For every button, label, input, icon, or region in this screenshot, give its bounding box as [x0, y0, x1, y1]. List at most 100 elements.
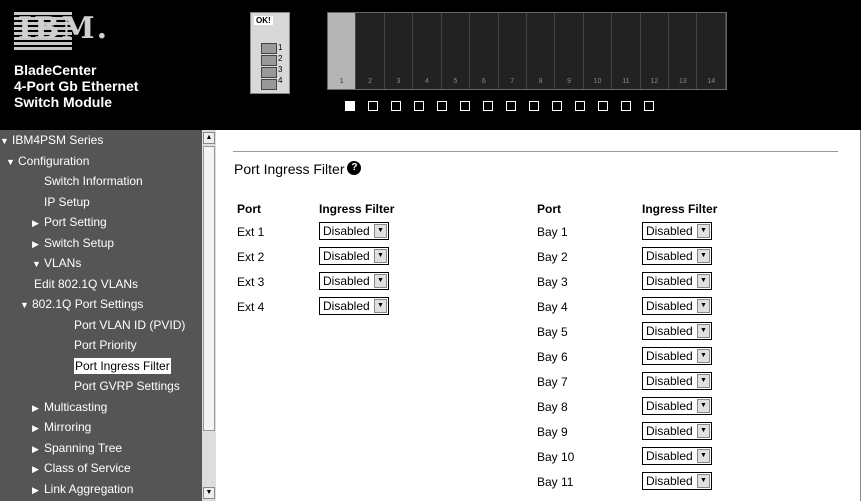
ext-port-icon: [261, 43, 277, 54]
select-value: Disabled: [323, 224, 370, 238]
bay-status-indicator[interactable]: [345, 101, 355, 111]
sidebar-item-label: Port GVRP Settings: [74, 379, 180, 393]
bay-status-indicator[interactable]: [575, 101, 585, 111]
blade-bay[interactable]: 11: [612, 13, 641, 89]
blade-bay[interactable]: 4: [413, 13, 442, 89]
dropdown-arrow-icon[interactable]: ▼: [697, 299, 710, 313]
sidebar-scrollbar[interactable]: ▲ ▼: [202, 130, 216, 501]
bay-status-indicator[interactable]: [460, 101, 470, 111]
blade-bay[interactable]: 10: [583, 13, 613, 89]
sidebar-item[interactable]: ▼ 802.1Q Port Settings: [0, 294, 202, 315]
expanded-arrow-icon[interactable]: ▼: [6, 152, 18, 173]
sidebar-item[interactable]: ▼ VLANs: [0, 253, 202, 274]
dropdown-arrow-icon[interactable]: ▼: [697, 324, 710, 338]
collapsed-arrow-icon[interactable]: ▶: [32, 398, 44, 419]
sidebar-item[interactable]: Switch Information: [0, 171, 202, 192]
dropdown-arrow-icon[interactable]: ▼: [697, 274, 710, 288]
bay-status-indicator[interactable]: [529, 101, 539, 111]
sidebar-item[interactable]: Port Ingress Filter: [0, 356, 202, 377]
expanded-arrow-icon[interactable]: ▼: [20, 295, 32, 316]
dropdown-arrow-icon[interactable]: ▼: [697, 349, 710, 363]
dropdown-arrow-icon[interactable]: ▼: [697, 374, 710, 388]
bay-status-indicator[interactable]: [506, 101, 516, 111]
ingress-filter-select[interactable]: Disabled ▼: [642, 297, 712, 315]
bay-status-indicator[interactable]: [391, 101, 401, 111]
sidebar-item[interactable]: Edit 802.1Q VLANs: [0, 274, 202, 295]
expanded-arrow-icon[interactable]: ▼: [32, 254, 44, 275]
port-row: Bay 1 Disabled ▼: [537, 222, 722, 242]
collapsed-arrow-icon[interactable]: ▶: [32, 459, 44, 480]
blade-bay[interactable]: 6: [470, 13, 499, 89]
dropdown-arrow-icon[interactable]: ▼: [697, 224, 710, 238]
blade-bay[interactable]: 14: [697, 13, 726, 89]
bay-status-indicator[interactable]: [368, 101, 378, 111]
sidebar-item[interactable]: IP Setup: [0, 192, 202, 213]
ingress-filter-select[interactable]: Disabled ▼: [642, 472, 712, 490]
sidebar-item[interactable]: ▶ Port Setting: [0, 212, 202, 233]
ingress-filter-select[interactable]: Disabled ▼: [319, 272, 389, 290]
blade-bay[interactable]: 12: [640, 13, 670, 89]
dropdown-arrow-icon[interactable]: ▼: [374, 299, 387, 313]
ingress-filter-select[interactable]: Disabled ▼: [319, 222, 389, 240]
sidebar-item[interactable]: ▼ IBM4PSM Series: [0, 130, 202, 151]
blade-bay[interactable]: 3: [384, 13, 414, 89]
bay-status-indicator[interactable]: [483, 101, 493, 111]
dropdown-arrow-icon[interactable]: ▼: [697, 449, 710, 463]
sidebar-item[interactable]: ▶ Mirroring: [0, 417, 202, 438]
sidebar-item[interactable]: Port GVRP Settings: [0, 376, 202, 397]
blade-bay[interactable]: 13: [669, 13, 698, 89]
bay-status-indicator[interactable]: [414, 101, 424, 111]
dropdown-arrow-icon[interactable]: ▼: [374, 274, 387, 288]
ingress-filter-select[interactable]: Disabled ▼: [642, 397, 712, 415]
dropdown-arrow-icon[interactable]: ▼: [697, 249, 710, 263]
sidebar-item[interactable]: Port Priority: [0, 335, 202, 356]
bay-status-indicator[interactable]: [621, 101, 631, 111]
sidebar-item-label: Mirroring: [44, 420, 92, 434]
dropdown-arrow-icon[interactable]: ▼: [374, 224, 387, 238]
ingress-filter-select[interactable]: Disabled ▼: [642, 447, 712, 465]
ingress-filter-select[interactable]: Disabled ▼: [319, 297, 389, 315]
sidebar-item[interactable]: ▼ Configuration: [0, 151, 202, 172]
ingress-filter-select[interactable]: Disabled ▼: [642, 272, 712, 290]
blade-bay[interactable]: 9: [555, 13, 584, 89]
ingress-filter-select[interactable]: Disabled ▼: [642, 372, 712, 390]
collapsed-arrow-icon[interactable]: ▶: [32, 480, 44, 501]
dropdown-arrow-icon[interactable]: ▼: [374, 249, 387, 263]
sidebar-item[interactable]: Port VLAN ID (PVID): [0, 315, 202, 336]
ingress-filter-select[interactable]: Disabled ▼: [642, 347, 712, 365]
blade-bay[interactable]: 8: [526, 13, 556, 89]
bay-status-indicator[interactable]: [644, 101, 654, 111]
blade-bay[interactable]: 5: [441, 13, 471, 89]
sidebar-item-label: Edit 802.1Q VLANs: [34, 276, 139, 291]
expanded-arrow-icon[interactable]: ▼: [0, 131, 12, 152]
sidebar-item[interactable]: ▶ Switch Setup: [0, 233, 202, 254]
collapsed-arrow-icon[interactable]: ▶: [32, 213, 44, 234]
scroll-thumb[interactable]: [203, 146, 215, 431]
bay-status-indicator[interactable]: [437, 101, 447, 111]
help-icon[interactable]: ?: [347, 161, 362, 175]
blade-bay[interactable]: 2: [356, 13, 385, 89]
bay-status-indicator[interactable]: [552, 101, 562, 111]
collapsed-arrow-icon[interactable]: ▶: [32, 418, 44, 439]
dropdown-arrow-icon[interactable]: ▼: [697, 424, 710, 438]
ingress-filter-select[interactable]: Disabled ▼: [319, 247, 389, 265]
ingress-filter-select[interactable]: Disabled ▼: [642, 247, 712, 265]
sidebar-item[interactable]: ▶ Link Aggregation: [0, 479, 202, 500]
blade-bay[interactable]: 7: [498, 13, 527, 89]
sidebar-item[interactable]: ▶ Multicasting: [0, 397, 202, 418]
dropdown-arrow-icon[interactable]: ▼: [697, 399, 710, 413]
blade-bay[interactable]: 1: [328, 13, 357, 89]
sidebar-item[interactable]: ▶ Class of Service: [0, 458, 202, 479]
collapsed-arrow-icon[interactable]: ▶: [32, 439, 44, 460]
switch-module-panel[interactable]: OK! 1 2 3 4: [250, 12, 290, 94]
ingress-filter-select[interactable]: Disabled ▼: [642, 222, 712, 240]
dropdown-arrow-icon[interactable]: ▼: [697, 474, 710, 488]
bay-status-indicator[interactable]: [598, 101, 608, 111]
ingress-filter-select[interactable]: Disabled ▼: [642, 422, 712, 440]
collapsed-arrow-icon[interactable]: ▶: [32, 234, 44, 255]
sidebar-item[interactable]: ▶ Spanning Tree: [0, 438, 202, 459]
scroll-down-icon[interactable]: ▼: [203, 487, 215, 499]
scroll-up-icon[interactable]: ▲: [203, 132, 215, 144]
ingress-filter-select[interactable]: Disabled ▼: [642, 322, 712, 340]
logo-text: IBM.: [18, 11, 110, 46]
